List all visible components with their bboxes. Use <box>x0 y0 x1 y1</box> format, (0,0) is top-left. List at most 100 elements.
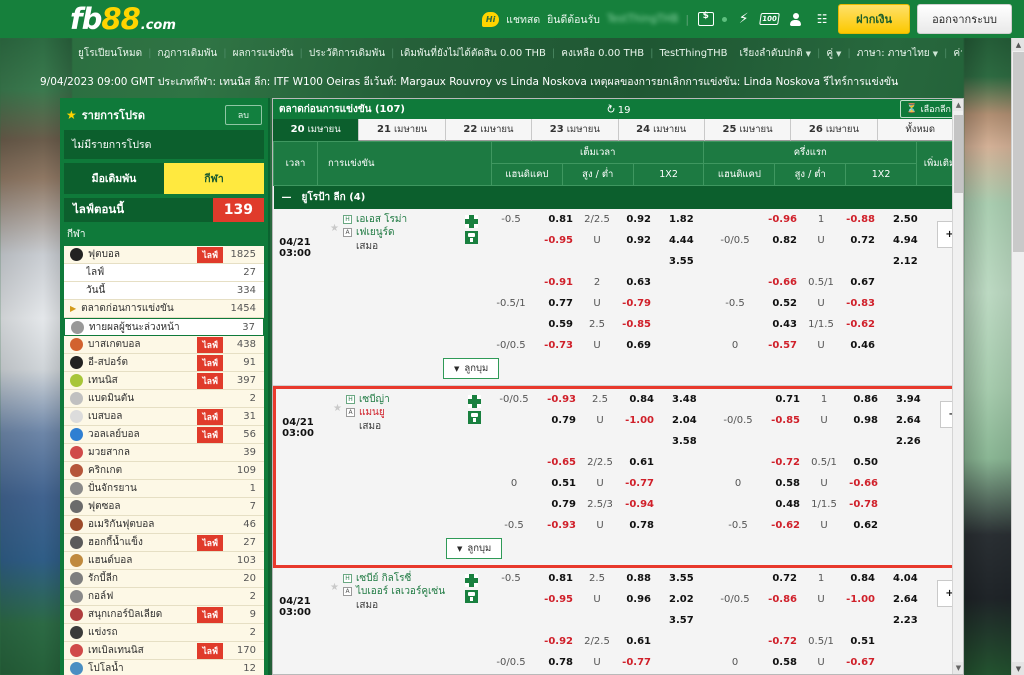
ft-handicap-value[interactable]: -0/0.5 <box>492 389 536 452</box>
ft-ou-line[interactable]: 2/2.5 U <box>579 631 615 673</box>
date-tab-0[interactable]: 20 เมษายน <box>273 119 360 141</box>
money-icon[interactable] <box>696 11 715 28</box>
hh-1x2-odds[interactable] <box>888 452 940 494</box>
sidebar-item-8[interactable]: แบดมินตัน 2 <box>64 390 264 408</box>
hh-1x2-odds[interactable] <box>885 631 937 673</box>
sidebar-item-20[interactable]: สนุกเกอร์บิลเลียด ไลฟ์ 9 <box>64 606 264 624</box>
hh-1x2-odds[interactable] <box>888 494 940 536</box>
tab-bet-hand[interactable]: มือเดิมพัน <box>64 163 164 194</box>
sidebar-item-6[interactable]: อี-สปอร์ต ไลฟ์ 91 <box>64 354 264 372</box>
refresh-counter[interactable]: ↻19 <box>273 101 963 117</box>
hh-handicap-value[interactable]: -0.5 <box>713 272 757 314</box>
sidebar-item-0[interactable]: ฟุตบอล ไลฟ์ 1825 <box>64 246 264 264</box>
stats-icon[interactable] <box>465 215 478 228</box>
scroll-down-icon[interactable]: ▼ <box>953 662 963 674</box>
sidebar-item-17[interactable]: แฮนด์บอล 103 <box>64 552 264 570</box>
ft-ou-line[interactable]: 2.5 U <box>579 568 615 631</box>
page-scroll-down-icon[interactable]: ▼ <box>1012 662 1024 675</box>
hh-ou-line[interactable]: 1/1.5U <box>806 494 842 536</box>
sidebar-item-23[interactable]: โปโลน้ำ 12 <box>64 660 264 675</box>
favorite-star-icon[interactable]: ★ <box>333 403 342 414</box>
ft-handicap-value[interactable]: -0.5 <box>492 494 536 536</box>
sidebar-item-7[interactable]: เทนนิส ไลฟ์ 397 <box>64 372 264 390</box>
tab-sports[interactable]: กีฬา <box>164 163 264 194</box>
ft-home-odds[interactable]: -0.92 0.78 <box>533 631 579 673</box>
ft-home-odds[interactable]: 0.59 -0.73 <box>533 314 579 356</box>
live-stream-icon[interactable] <box>465 231 478 244</box>
ft-ou-line[interactable]: 2/2.5 U <box>582 452 618 494</box>
ft-1x2-odds[interactable] <box>661 631 713 673</box>
nav-euro-mode[interactable]: ยูโรเปียนโหมด <box>72 46 148 61</box>
chat-label[interactable]: แชทสด <box>506 11 540 28</box>
hh-away-odds[interactable]: -0.62 0.46 <box>839 314 885 356</box>
hh-ou-line[interactable]: 1U <box>803 209 839 272</box>
ft-1x2-odds[interactable] <box>661 314 713 356</box>
hh-handicap-value[interactable]: -0/0.5 <box>716 389 760 452</box>
ft-away-odds[interactable]: 0.61 -0.77 <box>615 631 661 673</box>
site-logo[interactable]: fb 88 .com <box>70 2 176 36</box>
hh-away-odds[interactable]: 0.51 -0.67 <box>839 631 885 673</box>
select-language[interactable]: ภาษา: ภาษาไทย ▼ <box>851 46 944 61</box>
away-team-name[interactable]: แมนยู <box>359 405 385 420</box>
odds-line[interactable]: 04/21 03:00 ★ H เซบีย์ กิลโรซี่ A ไบเออร์ เลเ… <box>273 568 963 631</box>
scroll-thumb[interactable] <box>954 115 963 193</box>
main-scrollbar[interactable]: ▲ ▼ <box>952 99 963 674</box>
hh-home-odds[interactable]: 0.43 -0.57 <box>757 314 803 356</box>
sidebar-item-18[interactable]: รักบี้ลีก 20 <box>64 570 264 588</box>
live-now-bar[interactable]: ไลฟ์ตอนนี้ 139 <box>64 198 264 222</box>
ft-away-odds[interactable]: 0.92 0.92 <box>615 209 661 272</box>
date-tab-3[interactable]: 23 เมษายน <box>532 119 619 141</box>
favorite-star-icon[interactable]: ★ <box>330 582 339 593</box>
sidebar-item-9[interactable]: เบสบอล ไลฟ์ 31 <box>64 408 264 426</box>
page-scrollbar[interactable]: ▲ ▼ <box>1011 38 1024 675</box>
ft-1x2-odds[interactable]: 1.82 4.44 3.55 <box>661 209 713 272</box>
hh-away-odds[interactable]: 0.84 -1.00 <box>839 568 885 631</box>
hh-home-odds[interactable]: 0.71 -0.85 <box>760 389 806 452</box>
date-tab-4[interactable]: 24 เมษายน <box>618 119 705 141</box>
ft-1x2-odds[interactable]: 3.48 2.04 3.58 <box>664 389 716 452</box>
deposit-button[interactable]: ฝากเงิน <box>838 4 911 34</box>
sidebar-item-16[interactable]: ฮอกกี้น้ำแข็ง ไลฟ์ 27 <box>64 534 264 552</box>
bolt-icon[interactable]: ⚡ <box>734 11 753 28</box>
hh-1x2-odds[interactable] <box>885 314 937 356</box>
sidebar-item-11[interactable]: มวยสากล 39 <box>64 444 264 462</box>
hh-ou-line[interactable]: 1U <box>803 568 839 631</box>
sidebar-item-3[interactable]: ▶ ตลาดก่อนการแข่งขัน 1454 <box>64 300 264 318</box>
hh-home-odds[interactable]: -0.72 0.58 <box>760 452 806 494</box>
collapse-icon[interactable]: — <box>282 192 293 203</box>
date-tab-5[interactable]: 25 เมษายน <box>704 119 792 141</box>
ft-1x2-odds[interactable] <box>661 272 713 314</box>
hh-handicap-value[interactable]: 0 <box>716 452 760 494</box>
sidebar-item-4[interactable]: ทายผลผู้ชนะล่วงหน้า 37 <box>64 318 264 336</box>
ft-handicap-value[interactable]: 0 <box>492 452 536 494</box>
favorite-star-icon[interactable]: ★ <box>330 223 339 234</box>
nav-bet-history[interactable]: ประวัติการเดิมพัน <box>303 46 391 61</box>
hh-ou-line[interactable]: 1U <box>806 389 842 452</box>
ft-handicap-value[interactable]: -0.5/1 <box>489 272 533 314</box>
ft-away-odds[interactable]: 0.84 -1.00 <box>618 389 664 452</box>
hh-handicap-value[interactable]: -0/0.5 <box>713 568 757 631</box>
hh-handicap-value[interactable]: 0 <box>713 631 757 673</box>
hh-away-odds[interactable]: 0.86 0.98 <box>842 389 888 452</box>
ft-home-odds[interactable]: -0.91 0.77 <box>533 272 579 314</box>
page-scroll-thumb[interactable] <box>1013 52 1024 252</box>
delete-favorites-button[interactable]: ลบ <box>224 105 262 125</box>
ft-away-odds[interactable]: 0.61 -0.77 <box>618 452 664 494</box>
ft-ou-line[interactable]: 2.5 U <box>579 314 615 356</box>
select-sort-order[interactable]: เรียงลำดับปกติ ▼ <box>734 46 817 61</box>
ft-handicap-value[interactable]: -0/0.5 <box>489 631 533 673</box>
hh-away-odds[interactable]: 0.67 -0.83 <box>839 272 885 314</box>
hh-home-odds[interactable]: 0.48-0.62 <box>760 494 806 536</box>
hh-ou-line[interactable]: 0.5/1 U <box>806 452 842 494</box>
sidebar-item-13[interactable]: ปั่นจักรยาน 1 <box>64 480 264 498</box>
stats-icon[interactable] <box>465 574 478 587</box>
odds-line[interactable]: 04/21 03:00 ★ H เอเอส โรม่า A เฟเยนูร์ด เสมอ -0… <box>273 209 963 272</box>
live-stream-icon[interactable] <box>465 590 478 603</box>
hh-1x2-odds[interactable]: 3.94 2.64 2.26 <box>888 389 940 452</box>
ft-ou-line[interactable]: 2/2.5 U <box>579 209 615 272</box>
sidebar-item-21[interactable]: แข่งรถ 2 <box>64 624 264 642</box>
ft-away-odds[interactable]: -0.85 0.69 <box>615 314 661 356</box>
corner-market-button[interactable]: ▼ ลูกบุม <box>443 358 500 379</box>
league-row[interactable]: — ยูโรป้า ลีก (4) <box>273 185 963 209</box>
ft-1x2-odds[interactable]: 3.55 2.02 3.57 <box>661 568 713 631</box>
